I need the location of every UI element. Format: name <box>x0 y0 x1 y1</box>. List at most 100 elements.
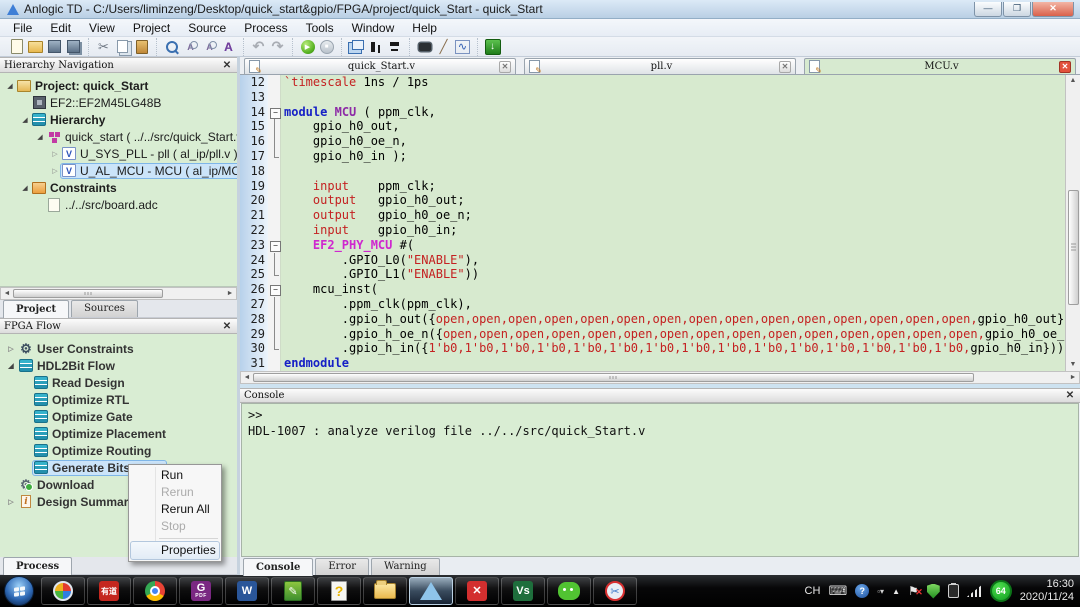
hierarchy-tree-row[interactable]: ../../src/board.adc <box>0 196 237 213</box>
waveform-icon[interactable]: ∿ <box>454 39 471 55</box>
code-editor[interactable]: 12`timescale 1ns / 1ps1314module MCU ( p… <box>240 75 1080 371</box>
app-text-editor[interactable]: ✎ <box>271 577 315 605</box>
cascade-windows-icon[interactable] <box>348 39 365 55</box>
app-anlogic-td[interactable] <box>409 577 453 605</box>
collapsed-arrow-icon[interactable]: ▷ <box>49 150 61 158</box>
minimize-button[interactable]: — <box>974 2 1002 17</box>
app-file-explorer[interactable] <box>363 577 407 605</box>
replace-icon[interactable]: A <box>220 39 237 55</box>
scroll-down-icon[interactable]: ▼ <box>1070 359 1077 371</box>
save-all-icon[interactable] <box>65 39 82 55</box>
editor-tab-pll-v[interactable]: pll.v✕ <box>524 58 796 74</box>
scroll-left-icon[interactable]: ◄ <box>1 290 13 297</box>
editor-vscrollbar[interactable]: ▲ ▼ <box>1065 75 1080 371</box>
fold-toggle-icon[interactable] <box>268 105 281 120</box>
start-button[interactable] <box>4 576 34 606</box>
fold-toggle-icon[interactable] <box>268 238 281 253</box>
scroll-right-icon[interactable]: ► <box>1067 374 1079 381</box>
app-chrome[interactable] <box>133 577 177 605</box>
hierarchy-tree-row[interactable]: ◢Project: quick_Start <box>0 77 237 94</box>
hierarchy-tree-row[interactable]: ▷U_SYS_PLL - pll ( al_ip/pll.v ) <box>0 145 237 162</box>
download-bitstream-icon[interactable] <box>484 39 501 55</box>
collapsed-arrow-icon[interactable]: ▷ <box>49 167 61 175</box>
redo-icon[interactable]: ↷ <box>269 39 286 55</box>
app-word[interactable]: W <box>225 577 269 605</box>
tree-item-u-al-mcu-mcu-al-ip-mcu-v[interactable]: U_AL_MCU - MCU ( al_ip/MCU.v <box>61 164 237 178</box>
tab-project[interactable]: Project <box>3 300 69 318</box>
scroll-right-icon[interactable]: ► <box>224 290 236 297</box>
action-center-flag-icon[interactable]: ⚑✕ <box>908 584 919 598</box>
tab-console[interactable]: Console <box>243 558 313 576</box>
flow-tree-row[interactable]: Read Design <box>0 374 237 391</box>
new-file-icon[interactable] <box>8 39 25 55</box>
scroll-up-icon[interactable]: ▲ <box>1070 75 1077 87</box>
paste-icon[interactable] <box>133 39 150 55</box>
tree-item-quick-start-src-quick-start-v[interactable]: quick_start ( ../../src/quick_Start.v ) <box>46 130 237 144</box>
scroll-thumb[interactable] <box>13 289 163 298</box>
fold-toggle-icon[interactable] <box>268 282 281 297</box>
tree-item-hierarchy[interactable]: Hierarchy <box>31 113 108 127</box>
language-indicator[interactable]: CH <box>805 585 821 597</box>
console-panel-close-icon[interactable]: ✕ <box>1064 390 1076 401</box>
menu-project[interactable]: Project <box>124 20 179 36</box>
hierarchy-tree-row[interactable]: ▷U_AL_MCU - MCU ( al_ip/MCU.v <box>0 162 237 179</box>
display-switch-icon[interactable]: ▫▾ <box>877 587 884 596</box>
tree-item-optimize-placement[interactable]: Optimize Placement <box>33 427 169 441</box>
clipboard-tray-icon[interactable] <box>948 584 959 598</box>
app-snipping-tool[interactable]: ✂ <box>593 577 637 605</box>
close-button[interactable]: ✕ <box>1032 2 1074 17</box>
cut-icon[interactable]: ✂ <box>95 39 112 55</box>
restore-button[interactable]: ❐ <box>1003 2 1031 17</box>
menu-window[interactable]: Window <box>343 20 404 36</box>
scroll-thumb[interactable] <box>253 373 974 382</box>
scroll-left-icon[interactable]: ◄ <box>241 374 253 381</box>
hierarchy-tree-row[interactable]: ◢quick_start ( ../../src/quick_Start.v ) <box>0 128 237 145</box>
collapsed-arrow-icon[interactable]: ▷ <box>4 345 18 353</box>
tree-item-constraints[interactable]: Constraints <box>31 181 120 195</box>
tree-item-optimize-rtl[interactable]: Optimize RTL <box>33 393 132 407</box>
flow-tree-row[interactable]: ▷⚙User Constraints <box>0 340 237 357</box>
tree-item-design-summary[interactable]: Design Summary <box>18 495 138 509</box>
context-menu-item-properties[interactable]: Properties <box>131 542 219 559</box>
context-menu-item-rerun-all[interactable]: Rerun All <box>131 501 219 518</box>
expanded-arrow-icon[interactable]: ◢ <box>4 362 18 370</box>
tab-close-icon[interactable]: ✕ <box>779 61 791 73</box>
hidden-icons-arrow[interactable]: ▲ <box>892 587 900 596</box>
tab-process[interactable]: Process <box>3 557 72 575</box>
tree-item-optimize-routing[interactable]: Optimize Routing <box>33 444 154 458</box>
tree-item-optimize-gate[interactable]: Optimize Gate <box>33 410 136 424</box>
menu-tools[interactable]: Tools <box>297 20 343 36</box>
bluetooth-help-icon[interactable]: ? <box>855 584 869 598</box>
hierarchy-tree-row[interactable]: EF2::EF2M45LG48B <box>0 94 237 111</box>
collapsed-arrow-icon[interactable]: ▷ <box>4 498 18 506</box>
find-next-icon[interactable]: A <box>182 39 199 55</box>
expanded-arrow-icon[interactable]: ◢ <box>19 184 31 192</box>
pencil-line-icon[interactable]: ╱ <box>435 39 452 55</box>
tab-sources[interactable]: Sources <box>71 300 138 317</box>
bar-chart-icon[interactable] <box>367 39 384 55</box>
flow-panel-close-icon[interactable]: ✕ <box>221 321 233 332</box>
menu-view[interactable]: View <box>80 20 124 36</box>
find-icon[interactable] <box>163 39 180 55</box>
app-wechat[interactable] <box>547 577 591 605</box>
title-bar[interactable]: Anlogic TD - C:/Users/liminzeng/Desktop/… <box>0 0 1080 19</box>
menu-help[interactable]: Help <box>403 20 446 36</box>
app-red-x[interactable]: ✕ <box>455 577 499 605</box>
console-output[interactable]: >>HDL-1007 : analyze verilog file ../../… <box>241 403 1079 557</box>
vscroll-track[interactable] <box>1068 87 1079 359</box>
menu-edit[interactable]: Edit <box>41 20 80 36</box>
editor-tab-quick-start-v[interactable]: quick_Start.v✕ <box>244 58 516 74</box>
save-icon[interactable] <box>46 39 63 55</box>
tree-item-hdl2bit-flow[interactable]: HDL2Bit Flow <box>18 359 118 373</box>
column-chart-icon[interactable] <box>386 39 403 55</box>
flow-tree-row[interactable]: Optimize Routing <box>0 442 237 459</box>
app-youdao[interactable]: 有道 <box>87 577 131 605</box>
editor-hscrollbar[interactable]: ◄ ► <box>240 371 1080 384</box>
hierarchy-tree-row[interactable]: ◢Hierarchy <box>0 111 237 128</box>
find-previous-icon[interactable]: A <box>201 39 218 55</box>
optimizer-badge[interactable]: 64 <box>990 580 1012 602</box>
vscroll-thumb[interactable] <box>1068 190 1079 304</box>
run-icon[interactable] <box>299 39 316 55</box>
keyboard-icon[interactable]: ⌨ <box>828 583 847 599</box>
context-menu-item-run[interactable]: Run <box>131 467 219 484</box>
